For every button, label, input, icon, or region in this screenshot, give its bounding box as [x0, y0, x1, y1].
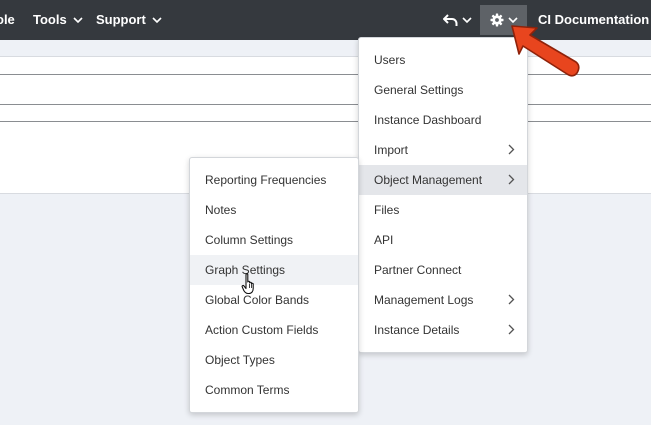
menu-item-label: API	[374, 233, 394, 247]
chevron-right-icon	[508, 324, 515, 335]
submenu-item-object-types[interactable]: Object Types	[190, 345, 358, 375]
chevron-right-icon	[508, 294, 515, 305]
menu-item-label: Instance Details	[374, 323, 460, 337]
submenu-item-label: Column Settings	[205, 233, 294, 247]
menu-item-object-management[interactable]: Object Management	[359, 165, 527, 195]
undo-arrow-icon	[443, 13, 458, 26]
menu-item-instance-dashboard[interactable]: Instance Dashboard	[359, 105, 527, 135]
chevron-down-icon	[152, 17, 163, 24]
menu-item-label: Instance Dashboard	[374, 113, 482, 127]
submenu-item-notes[interactable]: Notes	[190, 195, 358, 225]
submenu-item-common-terms[interactable]: Common Terms	[190, 375, 358, 405]
object-management-submenu: Reporting Frequencies Notes Column Setti…	[189, 157, 359, 413]
menu-item-users[interactable]: Users	[359, 45, 527, 75]
menu-item-label: General Settings	[374, 83, 464, 97]
submenu-item-action-custom-fields[interactable]: Action Custom Fields	[190, 315, 358, 345]
submenu-item-graph-settings[interactable]: Graph Settings	[190, 255, 358, 285]
submenu-item-reporting-frequencies[interactable]: Reporting Frequencies	[190, 165, 358, 195]
submenu-item-global-color-bands[interactable]: Global Color Bands	[190, 285, 358, 315]
nav-item-partial-label: ole	[0, 12, 15, 27]
menu-item-label: Users	[374, 53, 406, 67]
content-divider	[0, 121, 651, 122]
menu-item-label: Files	[374, 203, 400, 217]
menu-item-import[interactable]: Import	[359, 135, 527, 165]
menu-item-partner-connect[interactable]: Partner Connect	[359, 255, 527, 285]
menu-item-label: Object Management	[374, 173, 483, 187]
nav-item-partial[interactable]: ole	[0, 0, 15, 40]
hand-cursor-icon	[241, 273, 254, 295]
settings-dropdown-menu: Users General Settings Instance Dashboar…	[358, 37, 528, 353]
nav-item-tools[interactable]: Tools	[33, 0, 83, 40]
chevron-right-icon	[508, 174, 515, 185]
back-button[interactable]	[443, 0, 472, 40]
menu-item-management-logs[interactable]: Management Logs	[359, 285, 527, 315]
submenu-item-column-settings[interactable]: Column Settings	[190, 225, 358, 255]
submenu-item-label: Notes	[205, 203, 237, 217]
menu-item-files[interactable]: Files	[359, 195, 527, 225]
menu-item-api[interactable]: API	[359, 225, 527, 255]
nav-item-tools-label: Tools	[33, 12, 67, 27]
nav-item-support[interactable]: Support	[96, 0, 163, 40]
chevron-down-icon	[73, 17, 83, 24]
nav-item-support-label: Support	[96, 12, 146, 27]
menu-item-general-settings[interactable]: General Settings	[359, 75, 527, 105]
chevron-right-icon	[508, 144, 515, 155]
menu-item-label: Import	[374, 143, 409, 157]
chevron-down-icon	[462, 16, 472, 23]
menu-item-label: Management Logs	[374, 293, 474, 307]
menu-item-label: Partner Connect	[374, 263, 462, 277]
submenu-item-label: Common Terms	[205, 383, 290, 397]
menu-item-instance-details[interactable]: Instance Details	[359, 315, 527, 345]
content-divider	[0, 104, 651, 105]
submenu-item-label: Action Custom Fields	[205, 323, 319, 337]
submenu-item-label: Object Types	[205, 353, 275, 367]
gear-icon	[490, 13, 503, 27]
annotation-arrow-icon	[511, 25, 580, 77]
submenu-item-label: Global Color Bands	[205, 293, 310, 307]
submenu-item-label: Reporting Frequencies	[205, 173, 327, 187]
